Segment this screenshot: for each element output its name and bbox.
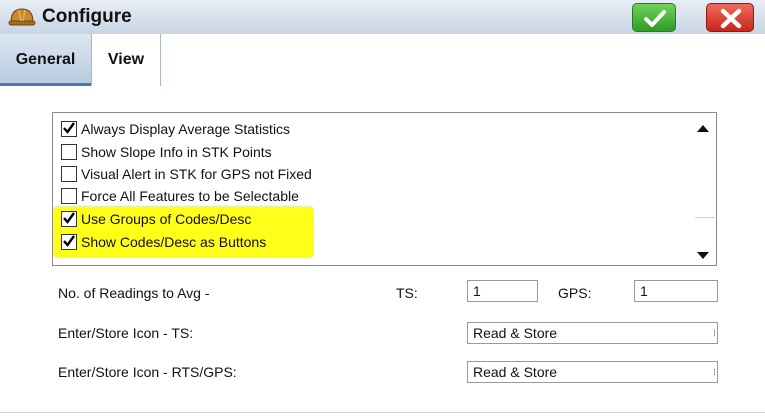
checkmark-icon <box>644 10 666 27</box>
enter-store-ts-select[interactable]: Read & Store ⁝ <box>467 322 718 344</box>
checkbox[interactable] <box>61 144 77 161</box>
ts-readings-input[interactable]: 1 <box>467 280 538 302</box>
checkbox[interactable] <box>61 121 77 138</box>
option-label: Visual Alert in STK for GPS not Fixed <box>81 166 312 182</box>
scrollbar-thumb[interactable] <box>695 217 715 218</box>
gps-readings-input[interactable]: 1 <box>634 280 718 302</box>
ts-label: TS: <box>396 285 418 301</box>
checkbox[interactable] <box>61 211 77 228</box>
enter-store-ts-label: Enter/Store Icon - TS: <box>58 325 194 341</box>
enter-store-rts-value: Read & Store <box>473 364 558 380</box>
scroll-up-arrow-icon[interactable] <box>692 118 714 140</box>
dropdown-arrow-icon: ⁝ <box>713 328 716 338</box>
checkbox[interactable] <box>61 234 77 251</box>
option-label: Show Codes/Desc as Buttons <box>81 234 267 250</box>
checkmark-icon <box>63 122 75 135</box>
checkbox[interactable] <box>61 188 77 205</box>
option-show-codes-as-buttons[interactable]: Show Codes/Desc as Buttons <box>61 232 266 252</box>
option-show-slope-info[interactable]: Show Slope Info in STK Points <box>61 142 272 162</box>
checkmark-icon <box>63 235 75 248</box>
option-label: Show Slope Info in STK Points <box>81 144 272 160</box>
option-label: Use Groups of Codes/Desc <box>81 211 252 227</box>
close-x-icon <box>720 8 742 29</box>
option-label: Force All Features to be Selectable <box>81 188 299 204</box>
option-label: Always Display Average Statistics <box>81 121 291 137</box>
checkmark-icon <box>63 212 75 225</box>
dropdown-arrow-icon: ⁝ <box>713 367 716 377</box>
window-title: Configure <box>42 6 132 27</box>
enter-store-rts-select[interactable]: Read & Store ⁝ <box>467 361 718 383</box>
checkbox[interactable] <box>61 166 77 183</box>
ok-button[interactable] <box>632 3 676 32</box>
option-always-display-average-statistics[interactable]: Always Display Average Statistics <box>61 119 290 139</box>
option-use-groups-of-codes[interactable]: Use Groups of Codes/Desc <box>61 209 251 229</box>
tab-view[interactable]: View <box>91 34 161 86</box>
cancel-button[interactable] <box>706 3 754 32</box>
option-visual-alert-gps[interactable]: Visual Alert in STK for GPS not Fixed <box>61 164 312 184</box>
option-force-all-features-selectable[interactable]: Force All Features to be Selectable <box>61 186 299 206</box>
tab-general[interactable]: General <box>0 34 91 86</box>
title-bar: Configure <box>0 0 765 35</box>
gps-label: GPS: <box>558 285 592 301</box>
scroll-down-arrow-icon[interactable] <box>692 244 714 266</box>
readings-label: No. of Readings to Avg - <box>58 285 210 301</box>
hardhat-icon <box>8 8 36 26</box>
enter-store-ts-value: Read & Store <box>473 325 558 341</box>
enter-store-rts-label: Enter/Store Icon - RTS/GPS: <box>58 364 237 380</box>
divider <box>0 412 765 413</box>
tab-bar: General View <box>0 34 765 86</box>
